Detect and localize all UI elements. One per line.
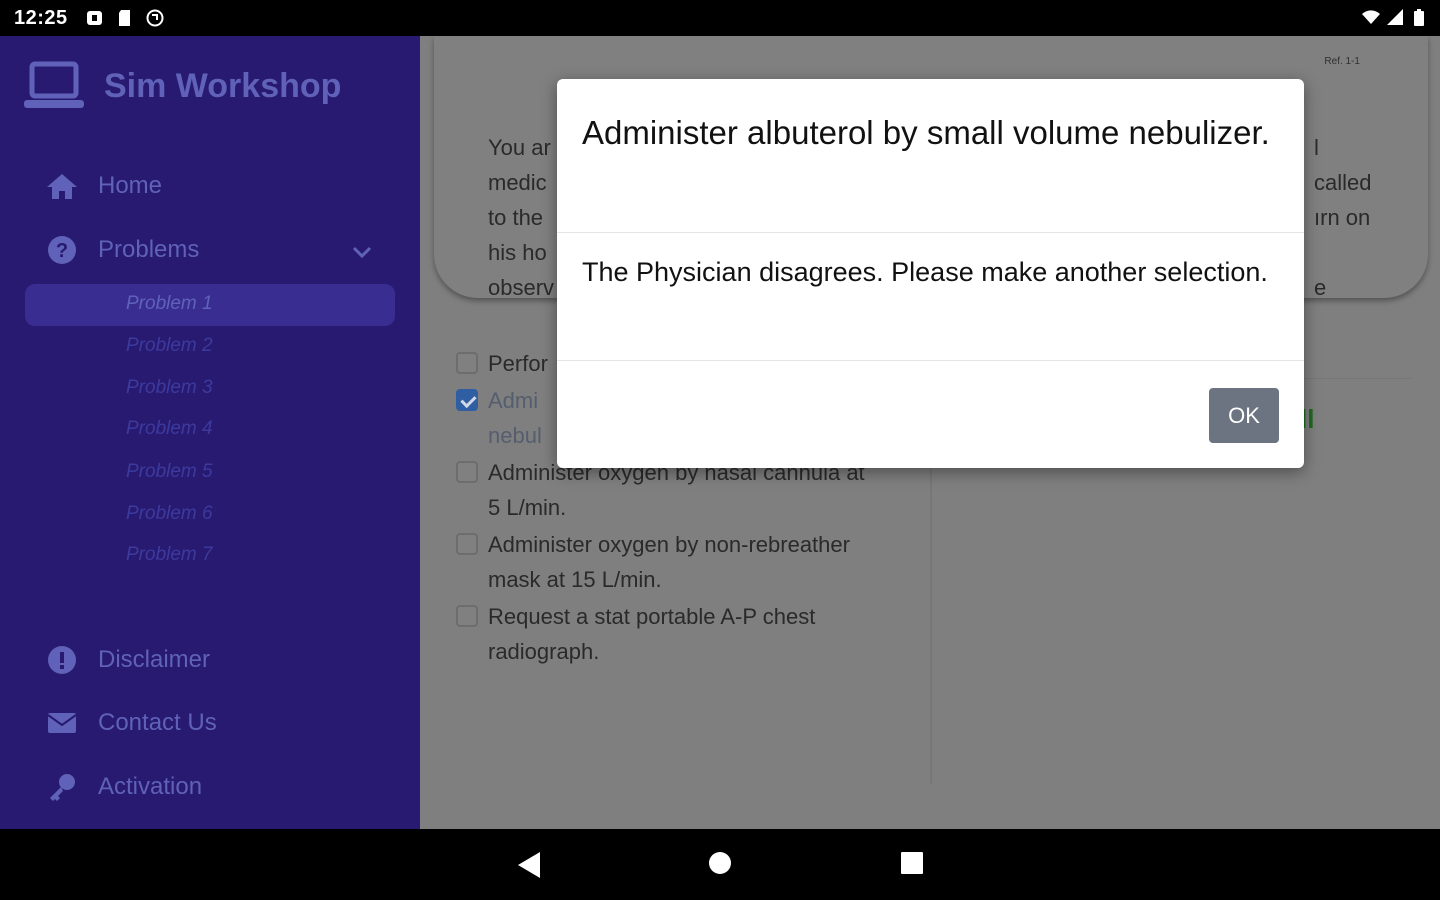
sidebar-subitem-problem-6[interactable]: Problem 6 [126, 503, 213, 525]
alert-circle-icon [46, 644, 78, 676]
option-item[interactable]: Request a stat portable A-P chest radiog… [456, 599, 906, 669]
sidebar-item-label: Home [98, 172, 163, 199]
battery-icon [1414, 9, 1424, 26]
sidebar-item-problems[interactable]: ? Problems [46, 234, 199, 266]
help-circle-icon: ? [46, 234, 78, 266]
sidebar-item-label: Activation [98, 773, 203, 800]
status-bar: 12:25 [0, 0, 1440, 36]
sidebar-subitem-problem-2[interactable]: Problem 2 [126, 335, 213, 357]
back-icon[interactable] [516, 851, 542, 879]
sidebar-item-label: Contact Us [98, 709, 217, 736]
option-checkbox[interactable] [456, 533, 478, 555]
sidebar: Sim Workshop Home ? Problems Problem 1 P… [0, 36, 420, 829]
laptop-icon [24, 61, 84, 108]
brand: Sim Workshop [24, 60, 341, 112]
option-label: Administer oxygen by non-rebreather mask… [488, 532, 850, 592]
dialog-message: The Physician disagrees. Please make ano… [582, 257, 1268, 287]
sidebar-item-contact-us[interactable]: Contact Us [46, 707, 217, 739]
signal-icon [1387, 9, 1403, 25]
sidebar-subitem-problem-5[interactable]: Problem 5 [126, 461, 213, 483]
wifi-icon [1362, 10, 1380, 24]
dialog-divider [557, 360, 1304, 361]
ok-button[interactable]: OK [1209, 388, 1279, 443]
home-circle-icon[interactable] [708, 851, 732, 875]
sidebar-item-label: Disclaimer [98, 646, 211, 673]
app-title: Sim Workshop [104, 66, 342, 105]
option-checkbox[interactable] [456, 352, 478, 374]
sidebar-subitem-problem-3[interactable]: Problem 3 [126, 377, 213, 399]
option-checkbox[interactable] [456, 461, 478, 483]
reference-label: Ref. 1-1 [1324, 56, 1360, 67]
key-icon [46, 771, 78, 803]
column-divider [930, 468, 932, 784]
recents-icon[interactable] [900, 851, 924, 875]
sync-icon [146, 9, 164, 27]
chevron-down-icon[interactable] [350, 240, 374, 264]
sidebar-item-home[interactable]: Home [46, 170, 162, 202]
home-icon [46, 170, 78, 202]
status-system-icons [1362, 8, 1428, 26]
dialog-title: Administer albuterol by small volume neb… [582, 114, 1270, 151]
sidebar-subitem-problem-4[interactable]: Problem 4 [126, 418, 213, 440]
option-checkbox[interactable] [456, 605, 478, 627]
notification-a-icon [87, 11, 102, 25]
sidebar-item-label: Problems [98, 236, 200, 263]
status-notification-icons [86, 9, 164, 27]
envelope-icon [46, 707, 78, 739]
svg-text:?: ? [56, 240, 68, 262]
sd-card-icon [119, 10, 130, 26]
status-time: 12:25 [14, 7, 68, 29]
option-label: Perfor [488, 351, 548, 376]
sidebar-item-disclaimer[interactable]: Disclaimer [46, 644, 210, 676]
scenario-text-right: l called ırn on e [1314, 135, 1372, 300]
option-label: Admi nebul [488, 388, 542, 448]
feedback-dialog: Administer albuterol by small volume neb… [557, 79, 1304, 468]
option-checkbox-checked[interactable] [456, 389, 478, 411]
option-label: Request a stat portable A-P chest radiog… [488, 604, 816, 664]
dialog-divider [557, 232, 1304, 233]
sidebar-subitem-problem-7[interactable]: Problem 7 [126, 544, 213, 566]
system-nav-bar [0, 829, 1440, 900]
option-item[interactable]: Administer oxygen by non-rebreather mask… [456, 527, 906, 597]
sidebar-item-activation[interactable]: Activation [46, 771, 202, 803]
sidebar-subitem-problem-1[interactable]: Problem 1 [126, 293, 213, 315]
